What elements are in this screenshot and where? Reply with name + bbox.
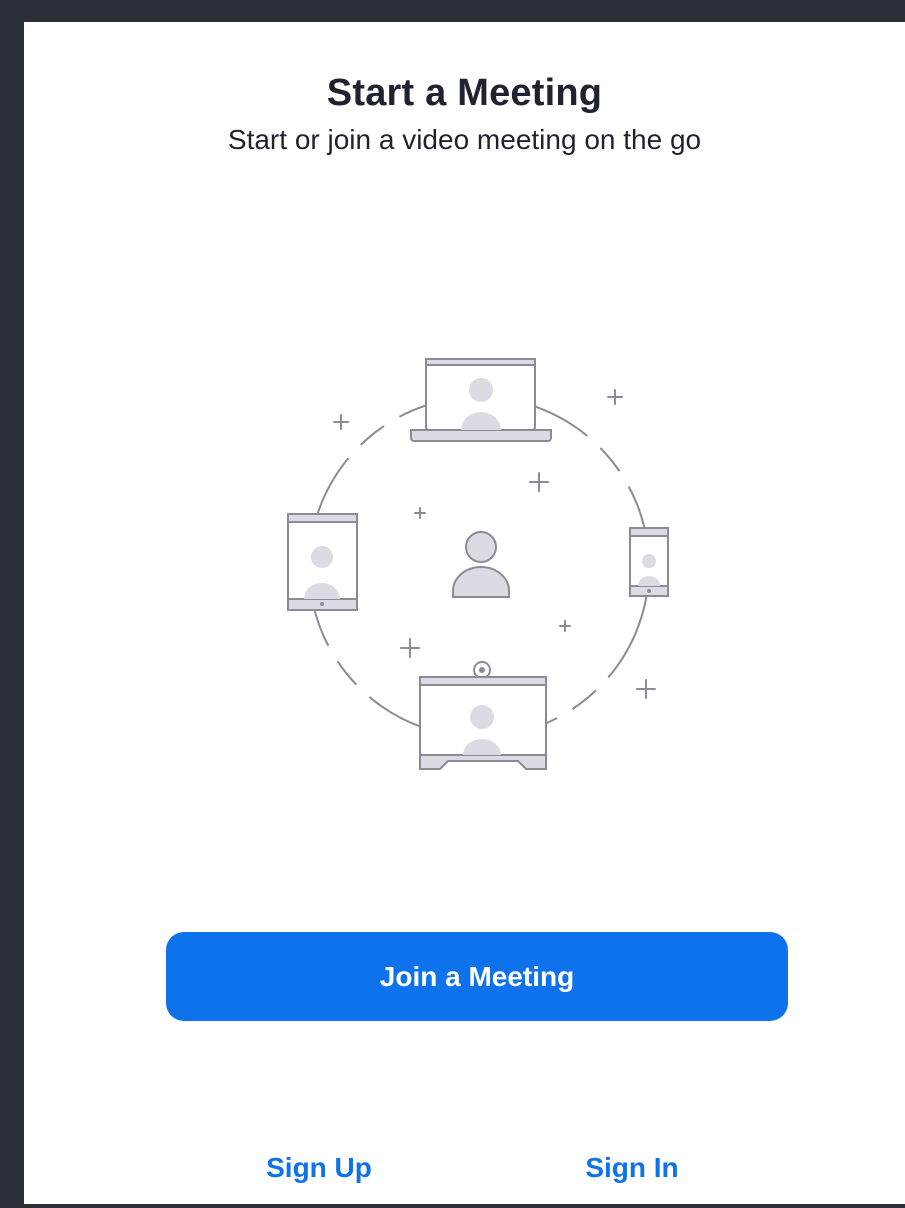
device-frame: Start a Meeting Start or join a video me… — [0, 0, 905, 1208]
laptop-icon — [410, 358, 552, 442]
room-display-icon — [419, 661, 547, 770]
sign-in-link[interactable]: Sign In — [572, 1152, 692, 1184]
tablet-icon — [287, 513, 358, 611]
page-subtitle: Start or join a video meeting on the go — [227, 124, 702, 155]
sign-up-link[interactable]: Sign Up — [254, 1152, 384, 1184]
phone-icon — [629, 527, 669, 597]
page-title: Start a Meeting — [326, 72, 603, 114]
meeting-devices-illustration — [287, 358, 669, 770]
join-meeting-button[interactable]: Join a Meeting — [166, 932, 788, 1021]
app-screen: Start a Meeting Start or join a video me… — [24, 22, 905, 1204]
person-icon — [452, 531, 510, 598]
